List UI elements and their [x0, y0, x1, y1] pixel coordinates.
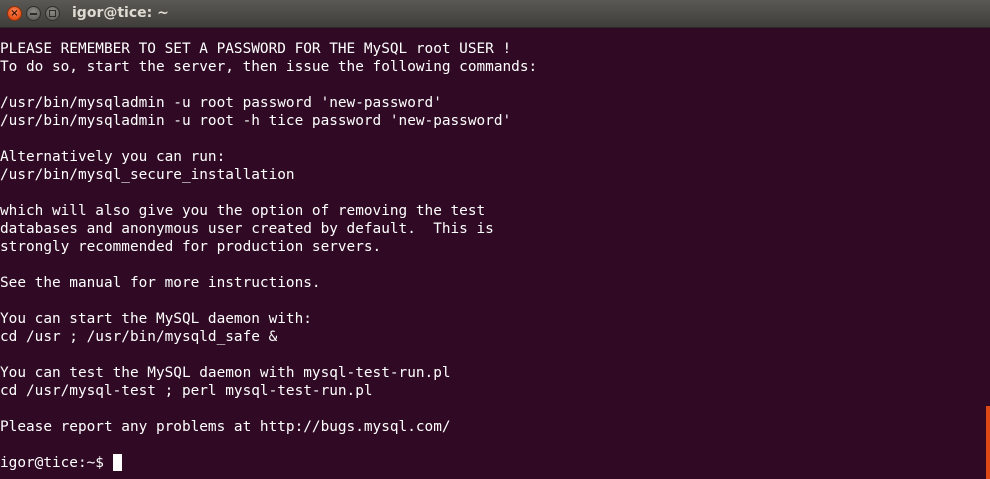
terminal-line: You can test the MySQL daemon with mysql…: [0, 365, 451, 381]
terminal-line: Alternatively you can run:: [0, 149, 226, 165]
close-icon[interactable]: ×: [7, 6, 22, 21]
terminal-line: /usr/bin/mysqladmin -u root password 'ne…: [0, 95, 442, 111]
terminal-line: Please report any problems at http://bug…: [0, 419, 451, 435]
shell-prompt: igor@tice:~$: [0, 455, 104, 471]
terminal-line: cd /usr/mysql-test ; perl mysql-test-run…: [0, 383, 373, 399]
text-cursor: [112, 454, 122, 471]
maximize-icon[interactable]: [45, 6, 60, 21]
minimize-bar: [30, 13, 37, 15]
terminal-line: /usr/bin/mysql_secure_installation: [0, 167, 295, 183]
terminal-line: which will also give you the option of r…: [0, 203, 486, 219]
window-title: igor@tice: ~: [72, 5, 169, 21]
terminal-line: See the manual for more instructions.: [0, 275, 321, 291]
terminal-line: databases and anonymous user created by …: [0, 221, 494, 237]
title-bar[interactable]: × igor@tice: ~: [0, 0, 990, 28]
terminal-line: PLEASE REMEMBER TO SET A PASSWORD FOR TH…: [0, 41, 512, 57]
terminal-output[interactable]: PLEASE REMEMBER TO SET A PASSWORD FOR TH…: [0, 40, 984, 479]
scrollbar-thumb[interactable]: [986, 406, 990, 479]
maximize-box: [49, 10, 56, 17]
terminal-line: /usr/bin/mysqladmin -u root -h tice pass…: [0, 113, 512, 129]
terminal-line: You can start the MySQL daemon with:: [0, 311, 312, 327]
terminal-window: × igor@tice: ~ PLEASE REMEMBER TO SET A …: [0, 0, 990, 479]
scrollbar[interactable]: [984, 28, 990, 479]
prompt-line[interactable]: igor@tice:~$: [0, 454, 984, 472]
terminal-line: cd /usr ; /usr/bin/mysqld_safe &: [0, 329, 278, 345]
terminal-line: strongly recommended for production serv…: [0, 239, 382, 255]
terminal-line: To do so, start the server, then issue t…: [0, 59, 538, 75]
minimize-icon[interactable]: [26, 6, 41, 21]
